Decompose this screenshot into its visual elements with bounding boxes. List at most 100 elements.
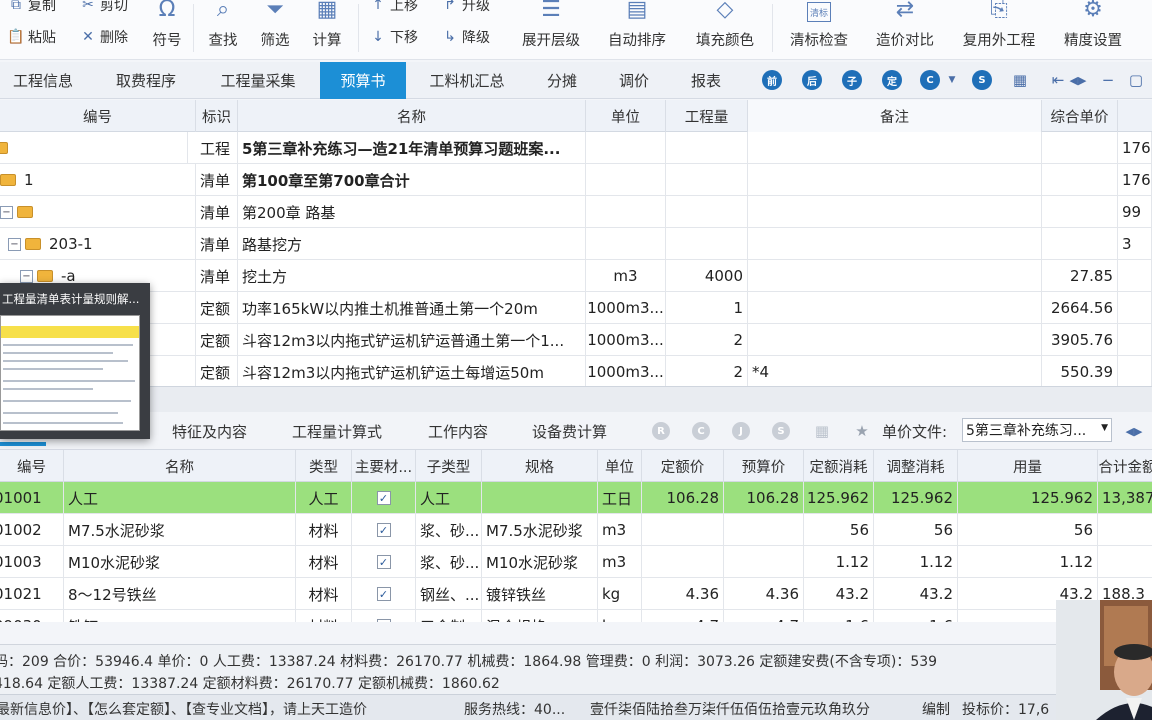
cell-qty[interactable]: 2 — [666, 324, 748, 356]
cell-total[interactable] — [1098, 514, 1152, 546]
budget-row[interactable]: 1 清单 第100章至第700章合计 176 — [0, 164, 1152, 196]
cell-extra[interactable] — [1118, 292, 1152, 324]
cell-usage[interactable]: 125.962 — [958, 482, 1098, 514]
cell-type[interactable]: 材料 — [296, 578, 352, 610]
s-icon[interactable]: S — [772, 422, 790, 440]
cell-extra[interactable]: 176 — [1118, 164, 1152, 196]
cell-spec[interactable]: M10水泥砂浆 — [482, 546, 598, 578]
cell-unit[interactable]: kg — [598, 610, 642, 622]
cell-unit[interactable]: 1000m3... — [586, 324, 666, 356]
cell-qc[interactable]: 1.6 — [804, 610, 874, 622]
cell-main[interactable]: ✓ — [352, 546, 416, 578]
arrows-icon[interactable]: ◀▶ — [1124, 421, 1144, 441]
col-unit[interactable]: 单位 — [598, 450, 642, 482]
paste-button[interactable]: 📋 粘贴 — [7, 26, 56, 48]
cell-name[interactable]: 5第三章补充练习—造21年清单预算习题班案... — [238, 132, 586, 164]
cell-kind[interactable]: 清单 — [196, 228, 238, 260]
cell-subtype[interactable]: 人工 — [416, 482, 482, 514]
collapse-icon[interactable]: − — [8, 237, 21, 251]
fill-color-button[interactable]: ◇ 填充颜色 — [690, 0, 760, 58]
cell-ac[interactable]: 43.2 — [874, 578, 958, 610]
budget-row[interactable]: 定额 斗容12m3以内拖式铲运机铲运土每增运50m 1000m3... 2 *4 550.… — [0, 356, 1152, 386]
cell-note[interactable] — [748, 164, 1042, 196]
cell-total[interactable]: 13,387 — [1098, 482, 1152, 514]
downgrade-button[interactable]: ↳ 降级 — [442, 26, 490, 48]
calculate-button[interactable]: ▦ 计算 — [308, 0, 346, 58]
main-material-checkbox[interactable]: ✓ — [376, 587, 391, 601]
cell-qty[interactable]: 1 — [666, 292, 748, 324]
cell-name[interactable]: 第100章至第700章合计 — [238, 164, 586, 196]
cell-type[interactable]: 材料 — [296, 610, 352, 622]
cell-kind[interactable]: 工程 — [196, 132, 238, 164]
tab-quantity-collect[interactable]: 工程量采集 — [206, 62, 310, 99]
resource-row[interactable]: 01003 M10水泥砂浆 材料 ✓ 浆、砂... M10水泥砂浆 m3 1.12 1.12 1.… — [0, 546, 1152, 578]
cell-unit[interactable] — [586, 196, 666, 228]
collapse-icon[interactable]: − — [20, 269, 33, 283]
cell-spec[interactable]: 镀锌铁丝 — [482, 578, 598, 610]
col-usage[interactable]: 用量 — [958, 450, 1098, 482]
col-code[interactable]: 编号 — [0, 100, 196, 132]
cell-spec[interactable]: 混合规格 — [482, 610, 598, 622]
col-adjusted-consumption[interactable]: 调整消耗 — [874, 450, 958, 482]
cell-budget[interactable] — [724, 514, 804, 546]
cell-name[interactable]: M7.5水泥砂浆 — [64, 514, 296, 546]
cell-kind[interactable]: 清单 — [196, 260, 238, 292]
move-down-button[interactable]: ↓ 下移 — [370, 26, 418, 48]
cell-qc[interactable]: 43.2 — [804, 578, 874, 610]
find-button[interactable]: ⌕ 查找 — [204, 0, 242, 58]
cell-name[interactable]: 斗容12m3以内拖式铲运机铲运土每增运50m — [238, 356, 586, 386]
cell-qty[interactable] — [666, 132, 748, 164]
resource-row[interactable]: 01001 人工 人工 ✓ 人工 工日 106.28 106.28 125.962 125.962… — [0, 482, 1152, 514]
cell-note[interactable] — [748, 324, 1042, 356]
cut-button[interactable]: ✂ 剪切 — [80, 0, 128, 16]
budget-row[interactable]: − 203-1 清单 路基挖方 3 — [0, 228, 1152, 260]
cell-main[interactable]: ✓ — [352, 514, 416, 546]
main-material-checkbox[interactable]: ✓ — [376, 491, 391, 505]
cell-unit[interactable]: m3 — [598, 514, 642, 546]
tab-project-info[interactable]: 工程信息 — [0, 62, 86, 99]
cell-unit[interactable]: 1000m3... — [586, 356, 666, 386]
cell-ac[interactable]: 56 — [874, 514, 958, 546]
reuse-external-button[interactable]: ⎘ 复用外工程 — [956, 0, 1042, 58]
cell-note[interactable] — [748, 196, 1042, 228]
cell-budget[interactable]: 4.7 — [724, 610, 804, 622]
cell-kind[interactable]: 定额 — [196, 324, 238, 356]
j-icon[interactable]: J — [732, 422, 750, 440]
col-unit-price[interactable]: 综合单价 — [1042, 100, 1118, 132]
col-subtype[interactable]: 子类型 — [416, 450, 482, 482]
tab-reports[interactable]: 报表 — [676, 62, 736, 99]
cell-subtype[interactable]: 钢丝、... — [416, 578, 482, 610]
cell-code[interactable]: 09030 — [0, 610, 64, 622]
cell-extra[interactable]: 3 — [1118, 228, 1152, 260]
cell-quota[interactable]: 4.36 — [642, 578, 724, 610]
col-name[interactable]: 名称 — [64, 450, 296, 482]
cell-note[interactable] — [748, 260, 1042, 292]
cell-unit[interactable] — [586, 164, 666, 196]
cell-name[interactable]: M10水泥砂浆 — [64, 546, 296, 578]
maximize-icon[interactable]: ▢ — [1126, 70, 1146, 90]
cell-extra[interactable] — [1118, 356, 1152, 386]
cell-kind[interactable]: 定额 — [196, 292, 238, 324]
grid-icon[interactable]: ▦ — [1010, 70, 1030, 90]
tab-budget-book[interactable]: 预算书 — [320, 62, 406, 99]
cell-subtype[interactable]: 浆、砂... — [416, 514, 482, 546]
col-note[interactable]: 备注 — [748, 100, 1042, 132]
cell-quota[interactable]: 4.7 — [642, 610, 724, 622]
resource-row[interactable]: 01021 8～12号铁丝 材料 ✓ 钢丝、... 镀锌铁丝 kg 4.36 4.36 43.2 4… — [0, 578, 1152, 610]
cell-qty[interactable] — [666, 228, 748, 260]
cell-note[interactable] — [748, 292, 1042, 324]
cell-qty[interactable] — [666, 196, 748, 228]
cell-price[interactable] — [1042, 228, 1118, 260]
arrows-icon[interactable]: ◀▶ — [1068, 70, 1088, 90]
cell-qty[interactable]: 2 — [666, 356, 748, 386]
cell-unit[interactable] — [586, 132, 666, 164]
cell-extra[interactable]: 99 — [1118, 196, 1152, 228]
c-icon[interactable]: C — [920, 70, 940, 90]
cell-unit[interactable]: 工日 — [598, 482, 642, 514]
cell-kind[interactable]: 定额 — [196, 356, 238, 386]
cell-main[interactable] — [352, 610, 416, 622]
cell-name[interactable]: 8～12号铁丝 — [64, 578, 296, 610]
footer-links[interactable]: 最新信息价】、【怎么套定额】、【查专业文档】，请上天工造价 — [0, 699, 367, 719]
cell-extra[interactable] — [1118, 260, 1152, 292]
cell-name[interactable]: 斗容12m3以内拖式铲运机铲运普通土第一个1... — [238, 324, 586, 356]
